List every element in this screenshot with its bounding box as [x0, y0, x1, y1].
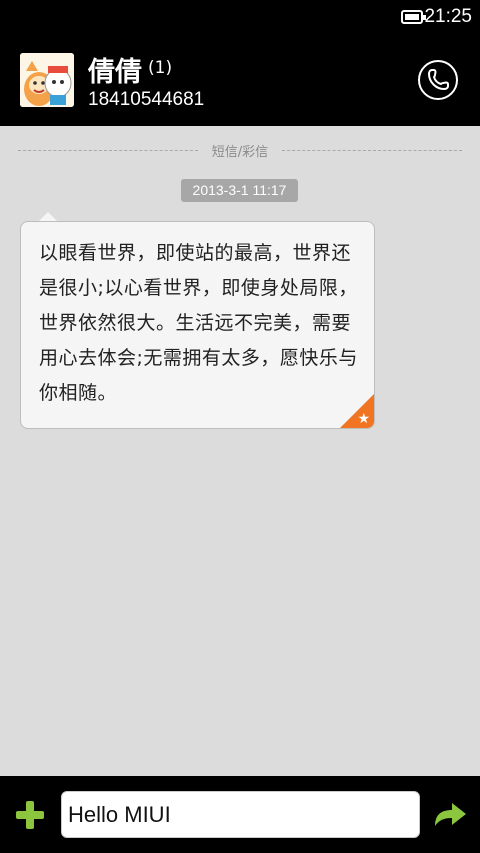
conversation-header: 倩倩 (1) 18410544681	[0, 34, 480, 126]
call-button[interactable]	[418, 60, 458, 100]
attach-button[interactable]	[14, 799, 46, 831]
message-bubble[interactable]: 以眼看世界，即使站的最高，世界还是很小;以心看世界，即使身处局限，世界依然很大。…	[20, 221, 375, 429]
contact-name: 倩倩	[88, 57, 142, 88]
battery-icon	[401, 10, 426, 24]
star-icon: ★	[357, 411, 370, 427]
compose-bar: Hello MIUI	[0, 776, 480, 853]
send-button[interactable]	[432, 800, 468, 830]
status-bar: 21:25	[0, 0, 480, 34]
send-arrow-icon	[435, 803, 466, 826]
unread-count: (1)	[148, 58, 173, 78]
message-input[interactable]: Hello MIUI	[61, 791, 420, 838]
avatar[interactable]	[20, 53, 74, 107]
conversation-area[interactable]: 短信/彩信 2013-3-1 11:17 以眼看世界，即使站的最高，世界还是很小…	[0, 126, 480, 776]
message-timestamp: 2013-3-1 11:17	[181, 179, 298, 202]
divider	[282, 150, 462, 151]
message-text: 以眼看世界，即使站的最高，世界还是很小;以心看世界，即使身处局限，世界依然很大。…	[39, 242, 358, 404]
status-time: 21:25	[424, 6, 472, 27]
divider	[18, 150, 198, 151]
thread-type-label: 短信/彩信	[211, 145, 269, 160]
contact-number: 18410544681	[88, 89, 205, 110]
phone-icon	[428, 69, 449, 90]
